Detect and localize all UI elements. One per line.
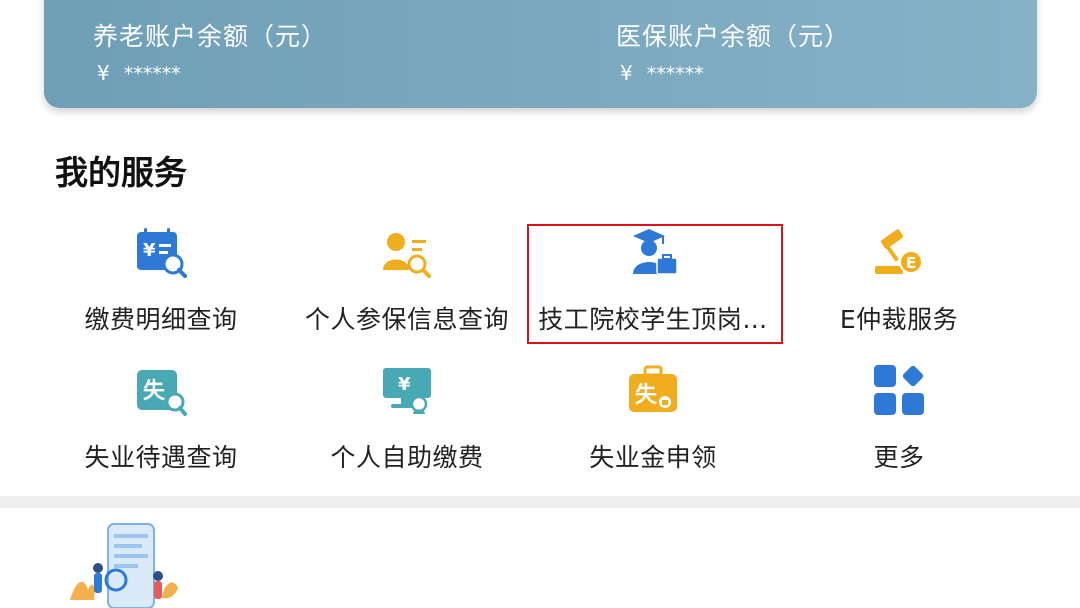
service-unemployment-claim[interactable]: 失 失业金申领 [530, 360, 776, 484]
balance-card: 养老账户余额（元） ¥ ****** 医保账户余额（元） ¥ ****** [44, 0, 1037, 108]
masked-value: ****** [646, 63, 704, 85]
payment-detail-query-icon: ¥ [137, 228, 187, 278]
service-label: 失业金申领 [589, 443, 717, 472]
self-service-payment-icon: ¥ [383, 368, 431, 414]
service-label: 缴费明细查询 [84, 305, 238, 334]
svg-text:失: 失 [143, 379, 166, 404]
service-more[interactable]: 更多 [776, 360, 1022, 484]
unemployment-claim-icon: 失 [629, 365, 677, 412]
svg-text:E: E [906, 254, 916, 272]
selection-highlight [527, 224, 783, 344]
unemployment-benefit-query-icon: 失 [137, 370, 187, 416]
medical-balance-amount: ¥ ****** [620, 61, 704, 85]
more-grid-icon [874, 365, 924, 415]
section-title: 我的服务 [55, 153, 187, 192]
service-label: 失业待遇查询 [84, 443, 238, 472]
currency-symbol: ¥ [97, 61, 110, 85]
currency-symbol: ¥ [620, 61, 633, 85]
section-divider [0, 496, 1080, 508]
banner-illustration [70, 523, 178, 608]
svg-text:失: 失 [635, 383, 658, 408]
service-unemployment-benefit-query[interactable]: 失 失业待遇查询 [38, 360, 284, 484]
service-e-arbitration[interactable]: E E仲裁服务 [776, 222, 1022, 346]
e-arbitration-icon: E [875, 229, 923, 274]
service-payment-detail-query[interactable]: ¥ 缴费明细查询 [38, 222, 284, 346]
service-insurance-info-query[interactable]: 个人参保信息查询 [284, 222, 530, 346]
pension-balance-amount: ¥ ****** [97, 61, 181, 85]
pension-balance-label: 养老账户余额（元） [93, 22, 328, 51]
insurance-info-query-icon [383, 233, 431, 278]
masked-value: ****** [123, 63, 181, 85]
service-self-service-payment[interactable]: ¥ 个人自助缴费 [284, 360, 530, 484]
service-label: E仲裁服务 [839, 305, 959, 334]
service-label: 个人自助缴费 [330, 443, 484, 472]
medical-balance-label: 医保账户余额（元） [616, 22, 851, 51]
service-label: 个人参保信息查询 [304, 305, 509, 334]
svg-text:¥: ¥ [143, 240, 156, 261]
svg-text:¥: ¥ [398, 374, 411, 395]
service-label: 更多 [873, 443, 925, 472]
